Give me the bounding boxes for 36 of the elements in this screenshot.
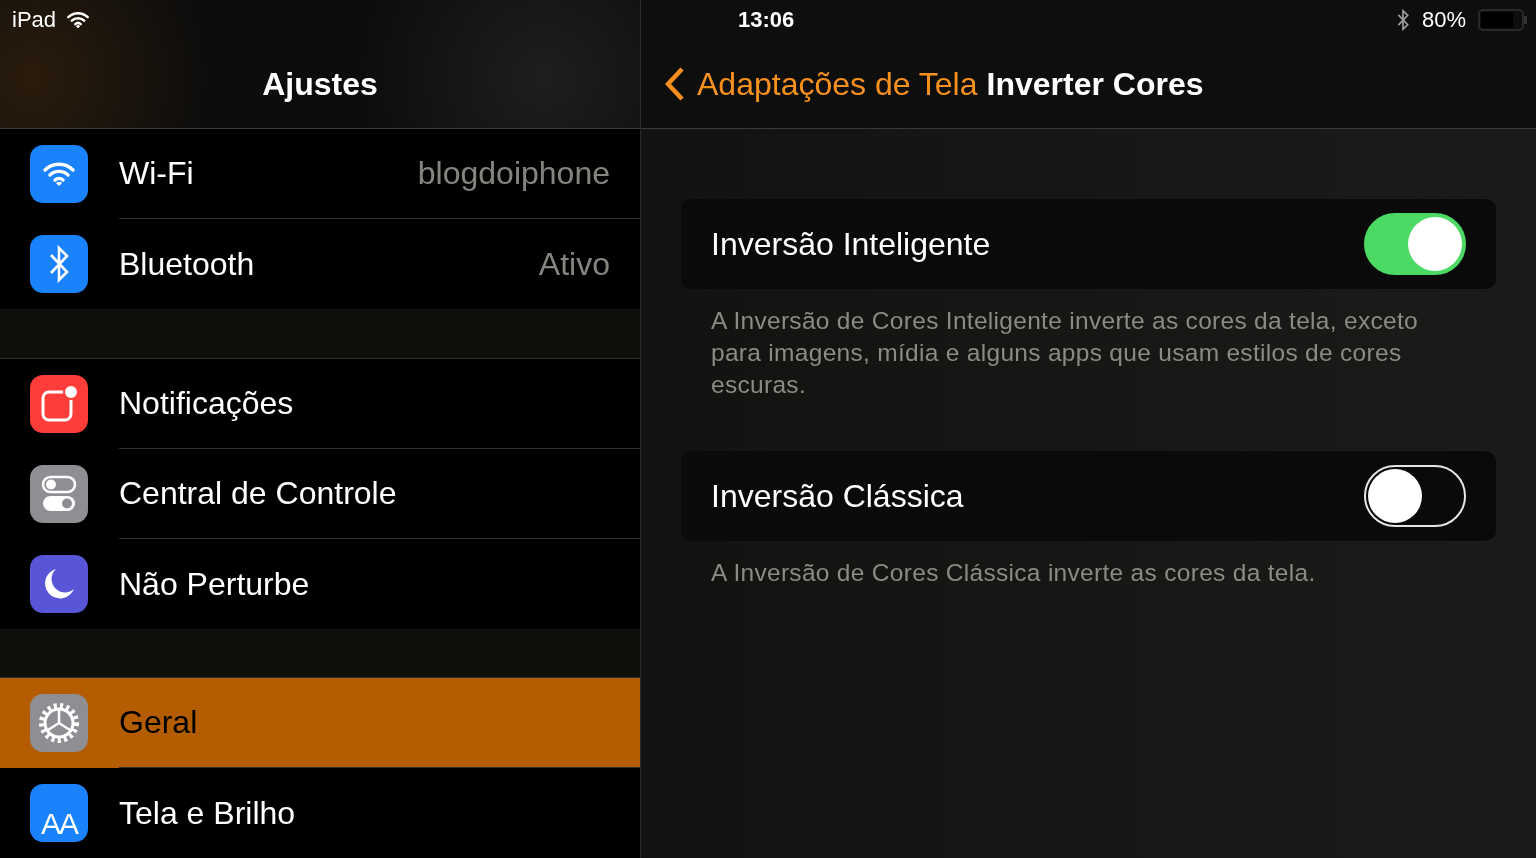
item-value: blogdoiphone [417, 155, 610, 192]
item-label: Central de Controle [119, 475, 397, 513]
toggle-switch[interactable] [1364, 213, 1466, 275]
clock: 13:06 [738, 7, 795, 33]
setting-label: Inversão Clássica [711, 477, 964, 515]
item-value: Ativo [538, 245, 610, 283]
settings-item[interactable]: Central de Controle [0, 449, 640, 540]
settings-item[interactable]: Wi-Fi blogdoiphone [0, 129, 640, 219]
item-label: Não Perturbe [119, 565, 310, 603]
item-label: Geral [119, 704, 198, 741]
item-label: Bluetooth [119, 245, 255, 283]
chevron-icon [665, 66, 685, 102]
device-name: iPad [12, 7, 57, 33]
item-label: Tela e Brilho [119, 794, 296, 832]
bluetooth-icon [47, 245, 71, 283]
settings-item[interactable]: AA Tela e Brilho [0, 768, 640, 858]
setting-label: Inversão Inteligente [711, 225, 991, 263]
battery-percent: 80% [1421, 7, 1466, 33]
setting-description: A Inversão de Cores Inteligente inverte as cores da tela, exceto para imagens, mídia e alguns apps que usam estilos de cores escuras. [711, 306, 1419, 400]
wifi-icon [42, 161, 76, 187]
item-label: Notificações [119, 385, 294, 423]
page-title: Inverter Cores [986, 65, 1204, 103]
settings-item[interactable]: Notificações [0, 359, 640, 450]
setting-description: A Inversão de Cores Clássica inverte as cores da tela. [711, 558, 1317, 588]
icon-letters: AA [41, 807, 77, 841]
settings-item[interactable]: Bluetooth Ativo [0, 219, 640, 309]
item-label: Wi-Fi [119, 155, 194, 192]
wifi-icon [66, 11, 91, 29]
notification-icon [39, 384, 79, 425]
bluetooth-icon [1395, 9, 1410, 31]
battery-icon [1478, 9, 1528, 31]
back-button[interactable]: Adaptações de Tela [665, 65, 978, 103]
settings-item[interactable]: Geral [0, 678, 640, 768]
settings-item[interactable]: Não Perturbe [0, 539, 640, 630]
sidebar-title: Ajustes [261, 65, 379, 103]
gear-icon [36, 700, 82, 746]
